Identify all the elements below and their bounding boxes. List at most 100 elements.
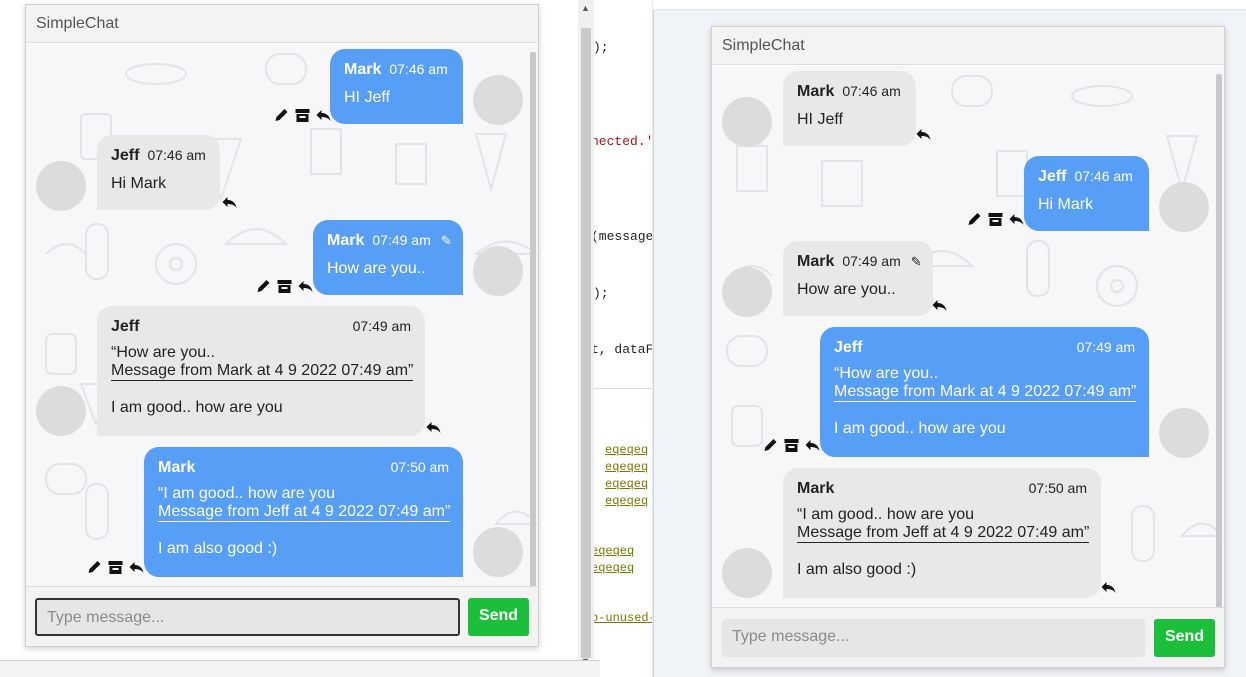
message-bubble[interactable]: Jeff 07:46 am Hi Mark	[97, 135, 220, 210]
sender-name: Mark	[327, 232, 365, 249]
quote-source: Message from Mark at 4 9 2022 07:49 am”	[111, 362, 414, 381]
code-link[interactable]: eqeqeq	[605, 443, 648, 457]
edit-pencil-icon[interactable]	[273, 107, 290, 123]
archive-icon[interactable]	[783, 437, 800, 453]
archive-icon[interactable]	[107, 559, 124, 575]
message-bubble[interactable]: Mark 07:50 am “I am good.. how are you Mes…	[144, 447, 463, 577]
reply-icon[interactable]	[1008, 211, 1025, 227]
quote-text: “I am good.. how are you	[797, 506, 974, 523]
quote-text: “I am good.. how are you	[158, 485, 335, 502]
edit-pencil-icon[interactable]	[966, 211, 983, 227]
avatar	[36, 161, 86, 211]
avatar	[1159, 182, 1209, 232]
code-line: );	[593, 286, 609, 301]
message-bubble[interactable]: Jeff 07:49 am “How are you.. Message from …	[820, 327, 1149, 457]
code-link[interactable]: eqeqeq	[605, 477, 648, 491]
message-text: I am good.. how are you	[834, 420, 1006, 437]
code-line: );	[593, 40, 609, 55]
archive-icon[interactable]	[294, 107, 311, 123]
message-bubble[interactable]: Mark 07:49 am ✎ How are you..	[313, 220, 463, 295]
avatar	[473, 246, 523, 296]
message-actions	[273, 107, 332, 123]
send-button[interactable]: Send	[468, 598, 529, 636]
message-bubble[interactable]: Mark 07:49 am ✎ How are you..	[783, 241, 933, 316]
reply-icon[interactable]	[804, 437, 821, 453]
reply-icon[interactable]	[128, 559, 145, 575]
sender-name: Jeff	[1038, 168, 1067, 185]
avatar	[722, 267, 772, 317]
code-link[interactable]: eqeqeq	[605, 494, 648, 508]
message-bubble[interactable]: Mark 07:46 am HI Jeff	[330, 49, 463, 124]
message-input[interactable]: Type message...	[35, 598, 460, 636]
avatar	[1159, 408, 1209, 458]
message-input[interactable]: Type message...	[722, 619, 1145, 657]
reply-icon[interactable]	[915, 126, 932, 142]
taskbar-strip	[0, 660, 600, 677]
scrollbar-thumb[interactable]	[581, 28, 591, 658]
message-bubble[interactable]: Mark 07:46 am HI Jeff	[783, 71, 916, 146]
edited-pencil-icon: ✎	[440, 233, 452, 248]
reply-icon[interactable]	[221, 194, 238, 210]
reply-icon[interactable]	[425, 419, 442, 435]
send-button[interactable]: Send	[1154, 619, 1215, 657]
message-time: 07:46 am	[1074, 168, 1133, 184]
message-list[interactable]: Mark 07:46 am HI Jeff Jeff 07:46 am Hi Mar…	[26, 44, 538, 588]
message-text: How are you..	[797, 281, 896, 298]
edit-pencil-icon[interactable]	[255, 278, 272, 294]
chat-scrollbar[interactable]	[530, 52, 536, 588]
message-actions	[255, 278, 314, 294]
message-actions	[931, 297, 948, 313]
quote-text: “How are you..	[834, 365, 939, 382]
message-actions	[762, 437, 821, 453]
reply-icon[interactable]	[315, 107, 332, 123]
message-text: I am also good :)	[158, 540, 278, 557]
quoted-message: “How are you.. Message from Mark at 4 9 2…	[111, 344, 414, 381]
code-line: (message	[591, 229, 652, 244]
quote-text: “How are you..	[111, 344, 216, 361]
chat-scrollbar[interactable]	[1216, 74, 1222, 609]
avatar	[36, 386, 86, 436]
code-link[interactable]: o-unused-	[591, 611, 652, 625]
edit-pencil-icon[interactable]	[762, 437, 779, 453]
reply-icon[interactable]	[1100, 579, 1117, 595]
code-link[interactable]: eqeqeq	[591, 561, 634, 575]
message-time: 07:50 am	[1028, 480, 1087, 496]
sender-name: Mark	[797, 83, 835, 100]
avatar	[473, 527, 523, 577]
sender-name: Mark	[158, 459, 196, 476]
quote-source: Message from Jeff at 4 9 2022 07:49 am”	[797, 524, 1090, 543]
message-time: 07:46 am	[389, 61, 448, 77]
window-scrollbar[interactable]: ▲ ▼	[578, 0, 594, 670]
reply-icon[interactable]	[931, 297, 948, 313]
chat-window-right: SimpleChat Mark 07:46 am HI Jeff Jeff 07…	[711, 26, 1225, 668]
chat-window-left: SimpleChat Mark 07:46 am HI Jeff Jeff 07…	[25, 4, 539, 647]
code-link[interactable]: eqeqeq	[605, 460, 648, 474]
quoted-message: “I am good.. how are you Message from Jef…	[158, 485, 451, 522]
quoted-message: “I am good.. how are you Message from Jef…	[797, 506, 1090, 543]
message-actions	[915, 126, 932, 142]
reply-icon[interactable]	[297, 278, 314, 294]
message-text: How are you..	[327, 260, 426, 277]
message-text: I am good.. how are you	[111, 399, 283, 416]
chat-title: SimpleChat	[26, 5, 538, 43]
message-text: I am also good :)	[797, 561, 917, 578]
message-bubble[interactable]: Jeff 07:46 am Hi Mark	[1024, 156, 1149, 231]
quote-source: Message from Mark at 4 9 2022 07:49 am”	[834, 383, 1137, 402]
message-time: 07:49 am	[1076, 339, 1135, 355]
message-text: HI Jeff	[344, 89, 390, 106]
message-bubble[interactable]: Mark 07:50 am “I am good.. how are you Mes…	[783, 468, 1101, 598]
message-list[interactable]: Mark 07:46 am HI Jeff Jeff 07:46 am Hi Mar…	[712, 66, 1224, 609]
message-actions	[425, 419, 442, 435]
message-time: 07:46 am	[147, 147, 206, 163]
chat-input-bar: Type message... Send	[712, 607, 1224, 667]
sender-name: Mark	[797, 480, 835, 497]
archive-icon[interactable]	[987, 211, 1004, 227]
message-time: 07:49 am	[842, 253, 901, 269]
edit-pencil-icon[interactable]	[86, 559, 103, 575]
scroll-up-arrow-icon[interactable]: ▲	[581, 3, 590, 13]
message-bubble[interactable]: Jeff 07:49 am “How are you.. Message from …	[97, 306, 425, 436]
archive-icon[interactable]	[276, 278, 293, 294]
avatar	[473, 75, 523, 125]
message-actions	[86, 559, 145, 575]
code-link[interactable]: eqeqeq	[591, 544, 634, 558]
